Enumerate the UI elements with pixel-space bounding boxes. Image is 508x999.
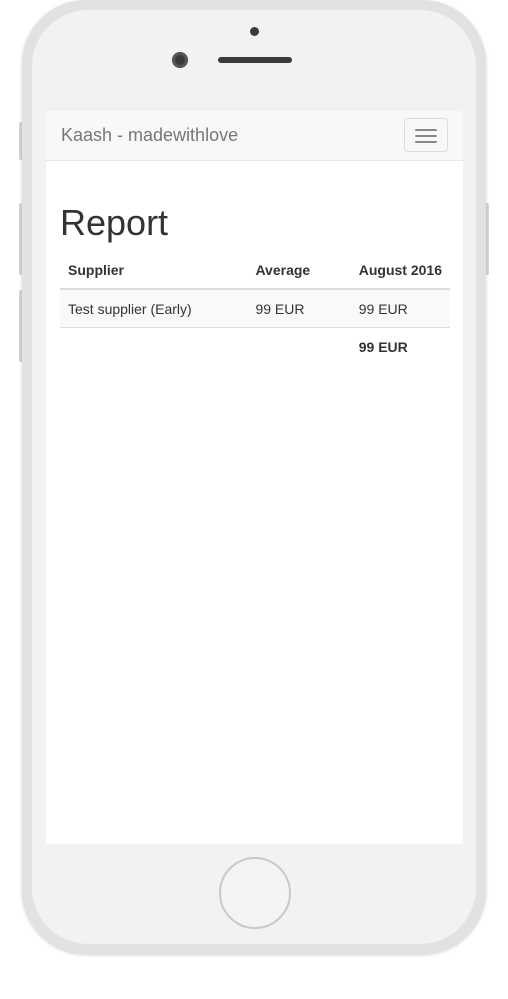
brand-link[interactable]: Kaash - madewithlove — [61, 125, 238, 146]
total-row: 99 EUR — [60, 328, 450, 366]
column-header-supplier: Supplier — [60, 251, 248, 290]
proximity-sensor — [250, 27, 259, 36]
hamburger-menu-icon — [415, 135, 437, 137]
phone-screen: Kaash - madewithlove Report Supplier Ave… — [46, 111, 463, 844]
home-button — [219, 857, 291, 929]
navbar: Kaash - madewithlove — [46, 111, 463, 161]
column-header-average: Average — [247, 251, 351, 290]
empty-cell — [247, 328, 350, 366]
supplier-cell: Test supplier (Early) — [60, 289, 248, 328]
hamburger-menu-icon — [415, 129, 437, 131]
report-table: Supplier Average August 2016 Test suppli… — [60, 251, 450, 365]
total-cell: 99 EUR — [358, 338, 408, 355]
month-value-cell: 99 EUR — [350, 289, 450, 328]
page-title: Report — [60, 202, 169, 243]
table-header-row: Supplier Average August 2016 — [60, 251, 450, 290]
earpiece-speaker — [218, 57, 292, 63]
device-mockup: Kaash - madewithlove Report Supplier Ave… — [0, 0, 508, 999]
column-header-month: August 2016 — [350, 251, 450, 290]
table-row: Test supplier (Early) 99 EUR 99 EUR — [60, 289, 450, 328]
empty-cell — [60, 328, 247, 366]
hamburger-menu-icon — [415, 141, 437, 143]
menu-toggle-button[interactable] — [404, 118, 448, 152]
front-camera-icon — [172, 52, 188, 68]
average-cell: 99 EUR — [247, 289, 351, 328]
